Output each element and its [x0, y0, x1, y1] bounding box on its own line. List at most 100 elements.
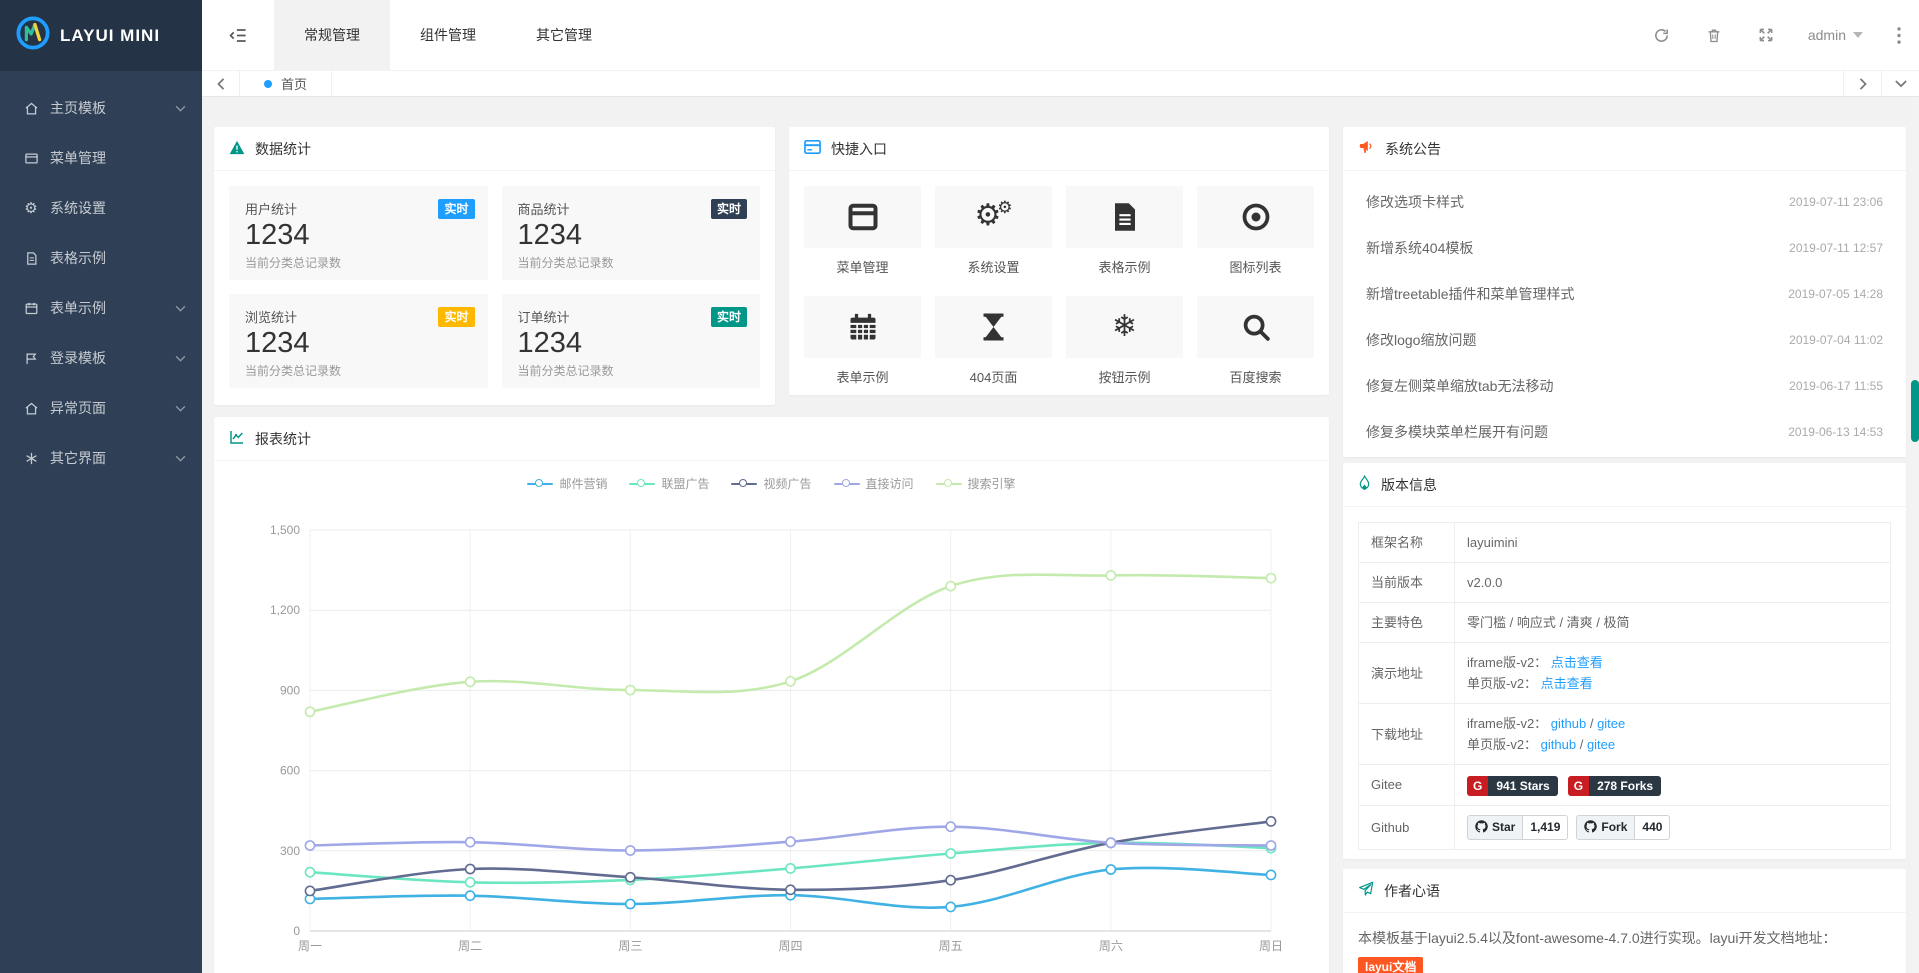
legend-item-4[interactable]: 搜索引擎 [936, 474, 1016, 493]
status-badge: 实时 [711, 199, 747, 219]
quick-entry-1[interactable]: ⚙⚙系统设置 [935, 186, 1052, 282]
header-nav-2[interactable]: 其它管理 [506, 0, 622, 70]
gear-big-icon: ⚙⚙ [935, 186, 1052, 248]
logo-text: LAYUI MINI [60, 26, 160, 46]
tab-operations-button[interactable] [1881, 71, 1919, 96]
user-dropdown[interactable]: admin [1792, 27, 1879, 43]
scrollbar-thumb[interactable] [1911, 380, 1919, 442]
status-badge: 实时 [438, 307, 474, 327]
window-icon [22, 151, 40, 166]
github-star-button[interactable]: Star1,419 [1467, 815, 1568, 840]
tab-scroll-right-button[interactable] [1843, 71, 1881, 96]
layuimini-dashboard: LAYUI MINI 主页模板菜单管理⚙系统设置表格示例表单示例登录模板异常页面… [0, 0, 1919, 973]
gitee-badge[interactable]: G278 Forks [1568, 776, 1661, 796]
stat-desc: 当前分类总记录数 [245, 254, 472, 271]
version-row-1: 当前版本v2.0.0 [1359, 563, 1891, 603]
legend-item-3[interactable]: 直接访问 [834, 474, 914, 493]
report-card-header: 报表统计 [214, 417, 1329, 461]
stat-panel-0[interactable]: 用户统计1234当前分类总记录数实时 [229, 186, 488, 280]
sidebar-item-6[interactable]: 异常页面 [0, 383, 202, 433]
announcement-item-1[interactable]: 新增系统404模板2019-07-11 12:57 [1358, 225, 1891, 271]
stat-panel-2[interactable]: 浏览统计1234当前分类总记录数实时 [229, 294, 488, 388]
quick-entry-7[interactable]: 百度搜索 [1197, 296, 1314, 392]
quick-entry-label: 菜单管理 [804, 257, 921, 276]
sidebar-item-7[interactable]: 其它界面 [0, 433, 202, 483]
stat-value: 1234 [518, 327, 745, 360]
announcement-text: 新增系统404模板 [1366, 238, 1473, 258]
version-value: 零门槛 / 响应式 / 清爽 / 极简 [1467, 615, 1630, 630]
dot-circle-icon [1197, 186, 1314, 248]
legend-item-1[interactable]: 联盟广告 [629, 474, 709, 493]
paper-plane-icon [1358, 881, 1374, 900]
window-solid-icon [804, 186, 921, 248]
header-nav-0[interactable]: 常规管理 [274, 0, 390, 70]
fullscreen-icon[interactable] [1740, 27, 1792, 43]
link-github[interactable]: github [1551, 716, 1586, 731]
github-button-label: Star [1492, 821, 1515, 833]
chevron-down-icon [175, 305, 186, 312]
legend-item-2[interactable]: 视频广告 [731, 474, 811, 493]
announcement-time: 2019-07-05 14:28 [1788, 287, 1883, 301]
gear-icon: ⚙ [22, 201, 40, 216]
stat-value: 1234 [245, 219, 472, 252]
sidebar-item-3[interactable]: 表格示例 [0, 233, 202, 283]
legend-marker-icon [629, 479, 655, 489]
legend-marker-icon [731, 479, 757, 489]
sidebar-item-5[interactable]: 登录模板 [0, 333, 202, 383]
link-github[interactable]: github [1541, 737, 1576, 752]
link-点击查看[interactable]: 点击查看 [1541, 676, 1593, 691]
github-fork-button[interactable]: Fork440 [1576, 815, 1670, 840]
page-scrollbar[interactable] [1911, 97, 1919, 973]
announcement-item-5[interactable]: 修复多模块菜单栏展开有问题2019-06-13 14:53 [1358, 409, 1891, 455]
version-card: 版本信息 框架名称layuimini当前版本v2.0.0主要特色零门槛 / 响应… [1343, 463, 1906, 859]
quick-entry-0[interactable]: 菜单管理 [804, 186, 921, 282]
octocat-icon [1584, 820, 1597, 835]
version-row-label: 框架名称 [1359, 523, 1455, 563]
legend-label: 邮件营销 [559, 475, 607, 492]
link-gitee[interactable]: gitee [1597, 716, 1625, 731]
sidebar-item-0[interactable]: 主页模板 [0, 83, 202, 133]
quick-entry-4[interactable]: 表单示例 [804, 296, 921, 392]
collapse-menu-icon[interactable] [202, 0, 274, 70]
sidebar-item-2[interactable]: ⚙系统设置 [0, 183, 202, 233]
svg-text:周日: 周日 [1259, 939, 1283, 953]
octocat-icon [1475, 820, 1488, 835]
version-link-line: iframe版-v2： 点击查看 [1467, 652, 1878, 673]
tab-home[interactable]: 首页 [240, 71, 332, 96]
stat-panel-3[interactable]: 订单统计1234当前分类总记录数实时 [502, 294, 761, 388]
quick-entry-3[interactable]: 图标列表 [1197, 186, 1314, 282]
refresh-icon[interactable] [1636, 27, 1688, 44]
caret-down-icon [1853, 32, 1863, 38]
tab-scroll-left-button[interactable] [202, 71, 240, 96]
announcement-item-4[interactable]: 修复左侧菜单缩放tab无法移动2019-06-17 11:55 [1358, 363, 1891, 409]
link-gitee[interactable]: gitee [1587, 737, 1615, 752]
logo[interactable]: LAYUI MINI [0, 0, 202, 71]
sidebar-item-4[interactable]: 表单示例 [0, 283, 202, 333]
line-chart[interactable]: 03006009001,2001,500周一周二周三周四周五周六周日 [214, 493, 1329, 963]
file-solid-icon [1066, 186, 1183, 248]
header-nav-1[interactable]: 组件管理 [390, 0, 506, 70]
more-menu-icon[interactable] [1879, 27, 1919, 44]
announcement-item-2[interactable]: 新增treetable插件和菜单管理样式2019-07-05 14:28 [1358, 271, 1891, 317]
line-chart-icon [229, 429, 245, 448]
version-row-4: 下载地址iframe版-v2： github / gitee单页版-v2： gi… [1359, 704, 1891, 765]
version-link-line: 单页版-v2： github / gitee [1467, 734, 1878, 755]
stat-desc: 当前分类总记录数 [518, 254, 745, 271]
version-row-5: GiteeG941 StarsG278 Forks [1359, 765, 1891, 806]
sidebar-menu: 主页模板菜单管理⚙系统设置表格示例表单示例登录模板异常页面其它界面 [0, 71, 202, 483]
gitee-badge[interactable]: G941 Stars [1467, 776, 1558, 796]
layui-doc-badge[interactable]: layui文档 [1358, 957, 1423, 973]
announcement-item-3[interactable]: 修改logo缩放问题2019-07-04 11:02 [1358, 317, 1891, 363]
stat-panel-1[interactable]: 商品统计1234当前分类总记录数实时 [502, 186, 761, 280]
svg-text:周一: 周一 [298, 939, 322, 953]
link-点击查看[interactable]: 点击查看 [1551, 655, 1603, 670]
quick-entry-5[interactable]: 404页面 [935, 296, 1052, 392]
legend-item-0[interactable]: 邮件营销 [527, 474, 607, 493]
clear-cache-icon[interactable] [1688, 27, 1740, 44]
quick-entry-2[interactable]: 表格示例 [1066, 186, 1183, 282]
quick-entry-6[interactable]: ❄按钮示例 [1066, 296, 1183, 392]
announcement-item-0[interactable]: 修改选项卡样式2019-07-11 23:06 [1358, 179, 1891, 225]
github-button-label: Fork [1601, 821, 1627, 833]
sidebar-item-1[interactable]: 菜单管理 [0, 133, 202, 183]
quick-entry-title: 快捷入口 [831, 139, 887, 159]
